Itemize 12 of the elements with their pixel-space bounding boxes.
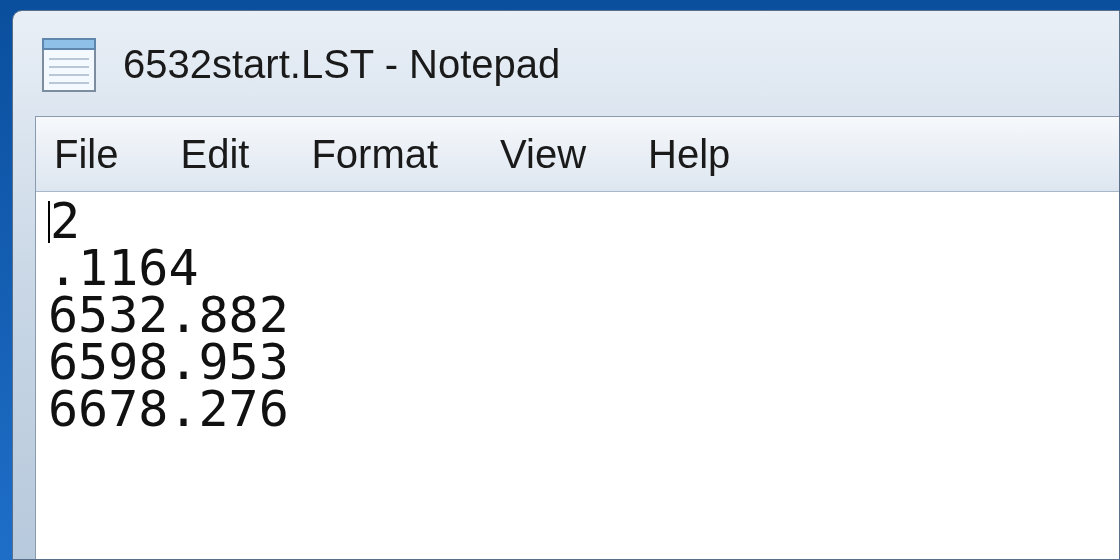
menu-item[interactable]: View — [498, 124, 589, 184]
text-line: 6598.953 — [48, 339, 289, 386]
menu-item[interactable]: File — [52, 124, 121, 184]
menu-item[interactable]: Format — [309, 124, 441, 184]
text-cursor — [48, 200, 50, 243]
menu-item[interactable]: Help — [646, 124, 733, 184]
text-line: 6678.276 — [48, 386, 289, 433]
window-title: 6532start.LST - Notepad — [123, 40, 561, 88]
text-line: 2 — [50, 198, 81, 245]
text-line: .1164 — [48, 245, 199, 292]
text-line: 6532.882 — [48, 292, 289, 339]
menu-item[interactable]: Edit — [178, 124, 252, 184]
